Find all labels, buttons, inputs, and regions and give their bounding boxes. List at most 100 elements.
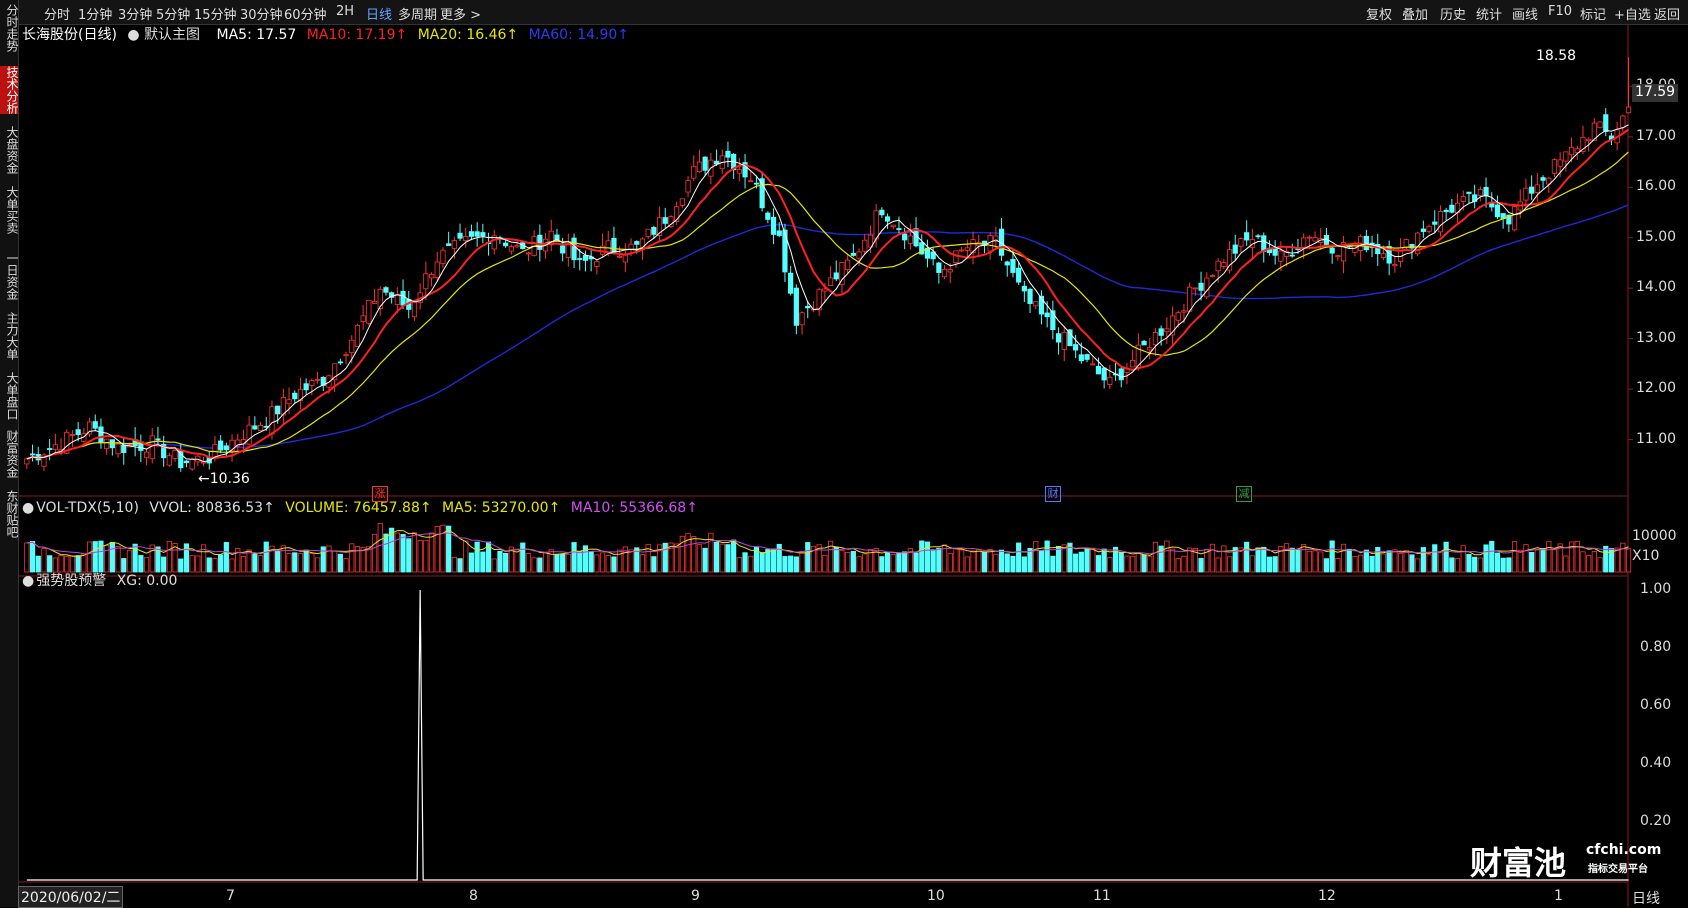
period-7[interactable]: 2H bbox=[336, 4, 354, 19]
indicator-tick: 1.00 bbox=[1640, 581, 1672, 597]
sidebar-tab-7[interactable]: 财富资金 bbox=[0, 430, 19, 478]
sidebar-tab-5[interactable]: 主力大单 bbox=[0, 312, 19, 360]
tool-3[interactable]: 统计 bbox=[1476, 4, 1502, 23]
volume-bar bbox=[1124, 555, 1130, 573]
volume-bar bbox=[29, 540, 36, 573]
tool-0[interactable]: 复权 bbox=[1366, 4, 1392, 23]
candle-body bbox=[109, 439, 115, 449]
volume-bar bbox=[1358, 554, 1364, 573]
sidebar-tab-0[interactable]: 分时走势 bbox=[0, 4, 19, 52]
candle-body bbox=[463, 236, 469, 242]
volume-bar bbox=[1409, 554, 1415, 573]
volume-bar bbox=[1175, 558, 1181, 573]
template-selector[interactable]: ● 默认主图 bbox=[127, 27, 206, 43]
volume-bar bbox=[1016, 542, 1022, 573]
vol-indicator-name[interactable]: VOL-TDX(5,10) bbox=[36, 500, 139, 516]
candle-body bbox=[1289, 254, 1295, 257]
volume-value: VOLUME: 76457.88↑ bbox=[285, 500, 432, 516]
candle-body bbox=[571, 237, 577, 261]
sidebar-tab-6[interactable]: 大单盘口 bbox=[0, 372, 19, 420]
candle-body bbox=[1055, 333, 1062, 343]
candle-body bbox=[582, 255, 589, 261]
volume-bar bbox=[748, 555, 754, 573]
price-tick: 11.00 bbox=[1636, 430, 1677, 447]
period-1[interactable]: 1分钟 bbox=[78, 4, 112, 23]
candle-body bbox=[121, 444, 127, 453]
volume-bar bbox=[1084, 548, 1090, 573]
volume-bar bbox=[1517, 549, 1523, 573]
tool-8[interactable]: 返回 bbox=[1654, 4, 1680, 23]
candle-body bbox=[1221, 262, 1227, 267]
period-4[interactable]: 15分钟 bbox=[194, 4, 237, 23]
tool-7[interactable]: +自选 bbox=[1614, 4, 1651, 23]
volume-bar bbox=[770, 548, 777, 573]
period-8[interactable]: 日线 bbox=[366, 4, 392, 23]
candle-body bbox=[805, 305, 811, 309]
volume-bar bbox=[1318, 551, 1324, 573]
candle-body bbox=[514, 245, 520, 248]
volume-bar bbox=[1352, 555, 1358, 573]
volume-bar bbox=[639, 554, 646, 573]
sidebar-tab-8[interactable]: 东财贴吧 bbox=[0, 490, 19, 538]
candle-body bbox=[1312, 237, 1318, 242]
tool-1[interactable]: 叠加 bbox=[1402, 4, 1428, 23]
stock-chart[interactable] bbox=[0, 0, 1688, 907]
stock-name[interactable]: 长海股份(日线) bbox=[22, 27, 117, 43]
candle-body bbox=[1301, 237, 1307, 249]
period-6[interactable]: 60分钟 bbox=[284, 4, 327, 23]
period-5[interactable]: 30分钟 bbox=[240, 4, 283, 23]
tool-6[interactable]: 标记 bbox=[1580, 4, 1606, 23]
volume-bar bbox=[1540, 548, 1546, 573]
month-tick: 11 bbox=[1093, 888, 1111, 904]
volume-bar bbox=[1198, 557, 1204, 573]
tool-4[interactable]: 画线 bbox=[1512, 4, 1538, 23]
sidebar-tab-2[interactable]: 大盘资金 bbox=[0, 126, 19, 174]
volume-bar bbox=[257, 555, 264, 573]
date-cursor-box: 2020/06/02/二 bbox=[18, 886, 124, 908]
sidebar-tab-3[interactable]: 大单买卖 bbox=[0, 186, 19, 234]
tool-2[interactable]: 历史 bbox=[1440, 4, 1466, 23]
period-label[interactable]: 日线 bbox=[1632, 888, 1660, 908]
ind-settings-icon[interactable]: ● bbox=[22, 573, 34, 589]
candle-body bbox=[1244, 232, 1250, 241]
period-10[interactable]: 更多 > bbox=[440, 4, 481, 23]
candle-body bbox=[143, 451, 150, 459]
volume-bar bbox=[890, 553, 896, 573]
period-toolbar: 分时 1分钟 3分钟 5分钟 15分钟 30分钟 60分钟 2H 日线 多周期 更多 > 复权 叠加 历史… bbox=[0, 0, 1688, 25]
event-marker-reduce[interactable]: 减 bbox=[1236, 486, 1252, 502]
candle-body bbox=[508, 246, 514, 252]
sidebar-tab-1[interactable]: 技术分析 bbox=[0, 66, 19, 114]
candle-body bbox=[845, 259, 851, 271]
volume-bar bbox=[229, 558, 235, 573]
candle-body bbox=[947, 269, 953, 273]
volume-bar bbox=[987, 548, 993, 573]
volume-bar bbox=[1004, 553, 1010, 573]
volume-bar bbox=[343, 558, 349, 573]
ma5-path bbox=[26, 124, 1629, 463]
candle-body bbox=[343, 354, 349, 357]
volume-axis-top: 10000 bbox=[1632, 528, 1677, 544]
volume-bar bbox=[1346, 548, 1352, 573]
volume-bar bbox=[520, 542, 526, 573]
period-3[interactable]: 5分钟 bbox=[156, 4, 190, 23]
volume-bar bbox=[862, 553, 868, 573]
sidebar-tab-4[interactable]: 一日资金 bbox=[0, 252, 19, 300]
volume-bar bbox=[1010, 555, 1016, 573]
event-marker-rise[interactable]: 涨 bbox=[372, 486, 388, 502]
volume-bar bbox=[86, 541, 93, 573]
low-price-value: 10.36 bbox=[209, 471, 250, 487]
volume-bar bbox=[383, 533, 389, 573]
period-9[interactable]: 多周期 bbox=[398, 4, 437, 23]
tool-5[interactable]: F10 bbox=[1548, 4, 1572, 19]
volume-bar bbox=[349, 543, 355, 573]
event-marker-finance[interactable]: 财 bbox=[1045, 486, 1061, 502]
volume-bar bbox=[212, 558, 218, 573]
indicator-name[interactable]: 强势股预警 bbox=[36, 573, 106, 589]
period-2[interactable]: 3分钟 bbox=[118, 4, 152, 23]
vol-settings-icon[interactable]: ● bbox=[22, 500, 34, 516]
volume-bar bbox=[1130, 555, 1136, 573]
period-0[interactable]: 分时 bbox=[44, 4, 70, 23]
volume-bar bbox=[126, 549, 133, 573]
volume-bar bbox=[742, 552, 748, 573]
volume-bar bbox=[822, 554, 828, 573]
